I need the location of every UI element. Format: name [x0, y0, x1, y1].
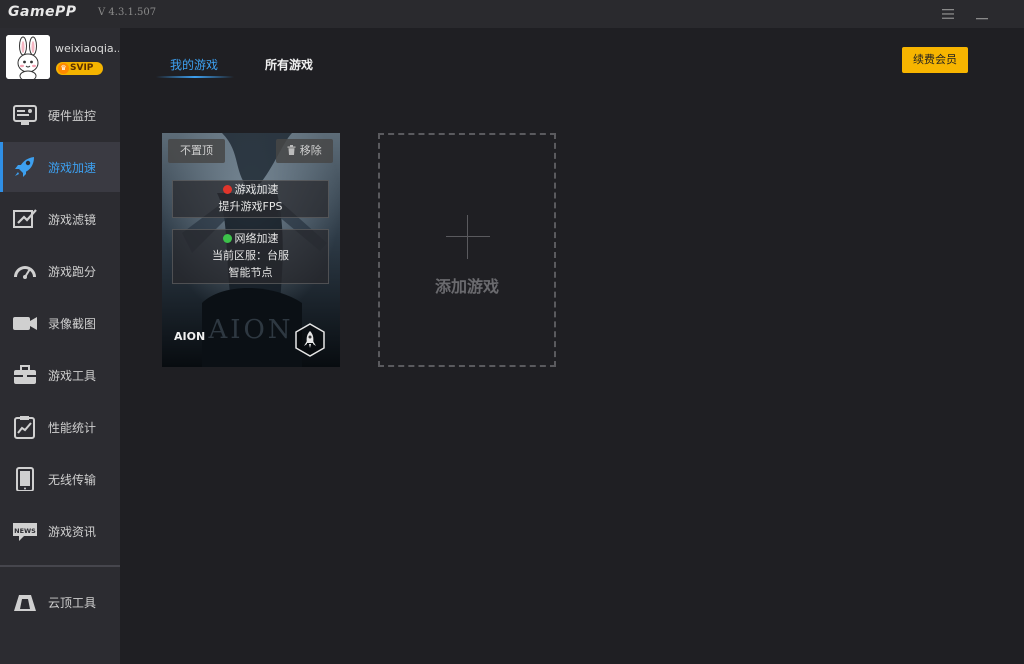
rocket-icon [12, 155, 38, 179]
renew-membership-button[interactable]: 续费会员 [902, 47, 968, 73]
filter-icon [12, 207, 38, 231]
hardware-monitor-icon [12, 103, 38, 127]
active-tab-underline [156, 76, 234, 78]
sidebar-item-performance-stats[interactable]: 性能统计 [0, 402, 120, 452]
svip-badge-label: SVIP [70, 63, 94, 73]
sidebar-item-game-tools[interactable]: 游戏工具 [0, 350, 120, 400]
video-camera-icon [12, 311, 38, 335]
sidebar-item-record-screenshot[interactable]: 录像截图 [0, 298, 120, 348]
sidebar-item-game-news[interactable]: NEWS 游戏资讯 [0, 506, 120, 556]
cloud-top-tool-icon [12, 590, 38, 614]
svg-text:AION: AION [207, 315, 293, 345]
sidebar-item-label: 游戏工具 [48, 369, 97, 383]
svip-badge: ♛ SVIP [56, 62, 103, 75]
sidebar-item-label: 云顶工具 [48, 596, 97, 610]
sidebar-item-label: 游戏滤镜 [48, 213, 97, 227]
accel-subtitle: 提升游戏FPS [218, 200, 283, 213]
sidebar-item-benchmark[interactable]: 游戏跑分 [0, 246, 120, 296]
tablet-icon [12, 467, 38, 492]
accel-title: 游戏加速 [234, 183, 279, 196]
remove-game-button[interactable]: 移除 [276, 139, 333, 163]
sidebar-item-game-boost[interactable]: 游戏加速 [0, 142, 120, 192]
tab-my-games[interactable]: 我的游戏 [170, 56, 218, 73]
minimize-icon[interactable] [974, 6, 990, 22]
avatar[interactable] [6, 35, 50, 79]
logo-text-pp: PP [55, 4, 77, 20]
game-acceleration-panel[interactable]: 游戏加速 提升游戏FPS [172, 180, 329, 218]
username: weixiaoqia.. [55, 42, 119, 55]
title-bar: GamePP V 4.3.1.507 [0, 0, 1024, 28]
game-card[interactable]: AION 不置顶 移除 游戏加速 提升游戏FPS 网络加速 当前区服：台服 智能… [162, 133, 340, 367]
user-profile[interactable]: weixiaoqia.. ♛ SVIP [0, 28, 120, 90]
add-game-label: 添加游戏 [434, 277, 499, 296]
news-icon: NEWS [12, 519, 38, 543]
toolbox-icon [12, 363, 38, 387]
net-status-dot [222, 234, 232, 243]
sidebar-item-label: 游戏跑分 [48, 265, 97, 279]
net-title: 网络加速 [234, 232, 279, 245]
net-accel-title-row: 网络加速 [173, 230, 328, 247]
launch-rocket-icon[interactable] [294, 322, 326, 358]
plus-icon-vertical [467, 215, 468, 259]
app-version: V 4.3.1.507 [98, 7, 157, 18]
remove-label: 移除 [299, 144, 322, 157]
plus-icon-horizontal [446, 236, 490, 237]
game-accel-title-row: 游戏加速 [173, 181, 328, 198]
svg-text:NEWS: NEWS [14, 527, 36, 535]
accel-status-dot [222, 185, 232, 194]
sidebar-item-label: 无线传输 [48, 473, 97, 487]
network-acceleration-panel[interactable]: 网络加速 当前区服：台服 智能节点 [172, 229, 329, 284]
sidebar-item-label: 录像截图 [48, 317, 97, 331]
sidebar: weixiaoqia.. ♛ SVIP 硬件监控 游戏加速 游戏滤镜 游戏跑分 [0, 28, 120, 664]
crown-icon: ♛ [58, 63, 69, 74]
trash-icon [287, 145, 296, 155]
menu-icon[interactable] [940, 6, 956, 22]
unpin-button[interactable]: 不置顶 [168, 139, 225, 163]
app-logo: GamePP [8, 4, 77, 20]
sidebar-item-label: 性能统计 [48, 421, 97, 435]
speedometer-icon [12, 259, 38, 283]
tab-all-games[interactable]: 所有游戏 [265, 56, 313, 73]
logo-text-game: Game [8, 4, 56, 20]
stats-chart-icon [12, 415, 38, 439]
sidebar-item-game-filter[interactable]: 游戏滤镜 [0, 194, 120, 244]
sidebar-item-wireless-transfer[interactable]: 无线传输 [0, 454, 120, 504]
sidebar-item-label: 硬件监控 [48, 109, 97, 123]
add-game-card[interactable]: 添加游戏 [378, 133, 556, 367]
sidebar-item-label: 游戏加速 [48, 161, 97, 175]
sidebar-divider [0, 565, 120, 567]
server-region: 当前区服：台服 [212, 249, 289, 262]
sidebar-item-label: 游戏资讯 [48, 525, 97, 539]
node-mode: 智能节点 [228, 266, 273, 279]
sidebar-item-hardware-monitor[interactable]: 硬件监控 [0, 90, 120, 140]
game-name: AION [174, 330, 206, 343]
sidebar-item-cloud-top-tool[interactable]: 云顶工具 [0, 577, 120, 627]
